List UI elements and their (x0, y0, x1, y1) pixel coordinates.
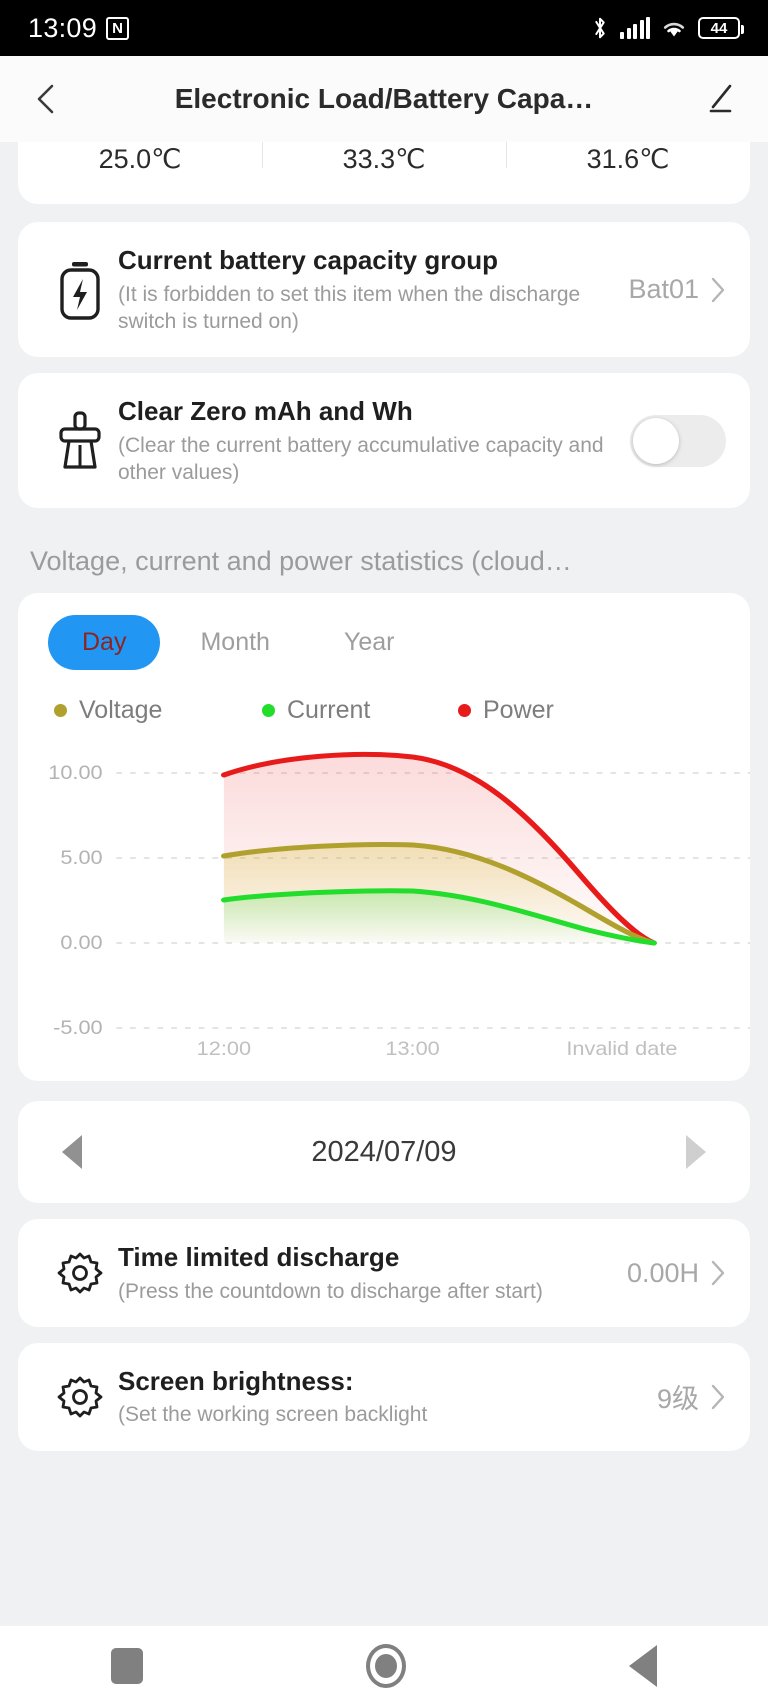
legend-item-voltage[interactable]: Voltage (54, 696, 262, 725)
battery-icon: 44 (698, 17, 744, 39)
battery-charge-icon (42, 259, 118, 321)
chevron-right-icon (711, 277, 725, 302)
app-bar: Electronic Load/Battery Capa… (0, 56, 768, 142)
screen-brightness-value-wrap[interactable]: 9级 (657, 1377, 726, 1416)
chart-range-tabs[interactable]: Day Month Year (18, 615, 750, 671)
current-date-label: 2024/07/09 (311, 1135, 457, 1168)
android-navigation-bar (0, 1626, 768, 1706)
home-circle-icon[interactable] (365, 1644, 406, 1688)
chevron-right-icon (711, 1260, 725, 1286)
x-tick-1: 12:00 (197, 1039, 251, 1059)
legend-item-current[interactable]: Current (262, 696, 458, 725)
time-limited-discharge-text: Time limited discharge (Press the countd… (118, 1241, 615, 1305)
chart-plot-area: 10.00 5.00 0.00 -5.00 12:00 13:00 Invali… (18, 743, 750, 1063)
clear-zero-title: Clear Zero mAh and Wh (118, 396, 413, 427)
x-tick-3: Invalid date (566, 1039, 677, 1059)
chart-section-heading: Voltage, current and power statistics (c… (30, 546, 572, 577)
screen-brightness-row[interactable]: Screen brightness: (Set the working scre… (18, 1343, 750, 1451)
legend-label-voltage: Voltage (79, 696, 163, 725)
battery-capacity-group-text: Current battery capacity group (It is fo… (118, 244, 616, 335)
clear-zero-row[interactable]: Clear Zero mAh and Wh (Clear the current… (18, 373, 750, 508)
battery-capacity-group-card[interactable]: Current battery capacity group (It is fo… (18, 222, 750, 358)
screen-brightness-card[interactable]: Screen brightness: (Set the working scre… (18, 1342, 750, 1451)
battery-percent-label: 44 (710, 19, 728, 37)
broom-icon (42, 409, 118, 473)
y-tick-10: 10.00 (48, 763, 102, 783)
previous-date-arrow-icon[interactable] (62, 1135, 82, 1170)
chart-y-axis-labels: 10.00 5.00 0.00 -5.00 (48, 763, 102, 1038)
screen-brightness-subtitle: (Set the working screen backlight (118, 1403, 428, 1427)
gear-icon (42, 1373, 118, 1421)
battery-capacity-group-value-wrap[interactable]: Bat01 (628, 274, 726, 305)
clear-zero-toggle[interactable] (630, 414, 726, 467)
date-navigation-bar[interactable]: 2024/07/09 (18, 1101, 750, 1204)
battery-capacity-group-subtitle: (It is forbidden to set this item when t… (118, 282, 581, 333)
recents-square-icon[interactable] (111, 1648, 144, 1684)
status-bar-left: 13:09 N (28, 12, 130, 44)
temperature-card: 25.0℃ 33.3℃ 31.6℃ (18, 142, 750, 204)
legend-label-power: Power (483, 696, 554, 725)
y-tick-neg5: -5.00 (53, 1018, 103, 1038)
chevron-right-icon (711, 1384, 725, 1410)
clear-zero-card[interactable]: Clear Zero mAh and Wh (Clear the current… (18, 373, 750, 509)
next-date-arrow-icon[interactable] (686, 1135, 706, 1170)
legend-item-power[interactable]: Power (458, 696, 554, 725)
wifi-icon (663, 22, 685, 37)
statistics-chart-card: Day Month Year Voltage Current Power 10.… (18, 593, 750, 1082)
scroll-content[interactable]: 25.0℃ 33.3℃ 31.6℃ Current battery capaci… (0, 142, 768, 1626)
temperature-value-1: 25.0℃ (98, 144, 182, 174)
battery-capacity-group-title: Current battery capacity group (118, 245, 498, 275)
chart-legend: Voltage Current Power (18, 670, 750, 725)
temperature-value-3: 31.6℃ (506, 142, 750, 175)
back-arrow-icon[interactable] (30, 82, 64, 116)
clear-zero-text: Clear Zero mAh and Wh (Clear the current… (118, 395, 618, 486)
gear-icon (42, 1249, 118, 1297)
legend-dot-power (458, 704, 471, 718)
nfc-icon: N (106, 16, 130, 40)
legend-dot-current (262, 704, 275, 718)
tab-year[interactable]: Year (310, 615, 429, 670)
toggle-knob (633, 417, 679, 464)
edit-pencil-icon[interactable] (700, 80, 738, 118)
battery-capacity-group-value: Bat01 (628, 274, 699, 305)
status-bar-right: 44 (591, 16, 744, 40)
legend-dot-voltage (54, 704, 67, 718)
time-limited-discharge-value-wrap[interactable]: 0.00H (627, 1258, 726, 1289)
page-title: Electronic Load/Battery Capa… (174, 83, 594, 114)
back-triangle-icon[interactable] (628, 1645, 657, 1687)
time-limited-discharge-title: Time limited discharge (118, 1242, 400, 1273)
clear-zero-subtitle: (Clear the current battery accumulative … (118, 433, 604, 484)
screen-brightness-text: Screen brightness: (Set the working scre… (118, 1365, 645, 1429)
chart-x-axis-labels: 12:00 13:00 Invalid date (197, 1039, 678, 1059)
temperature-value-2: 33.3℃ (262, 142, 506, 175)
tab-month[interactable]: Month (166, 615, 303, 670)
time-limited-discharge-subtitle: (Press the countdown to discharge after … (118, 1279, 543, 1303)
screen-brightness-value: 9级 (656, 1384, 699, 1415)
x-tick-2: 13:00 (385, 1039, 439, 1059)
screen-brightness-title: Screen brightness: (118, 1365, 354, 1396)
status-bar-clock: 13:09 (28, 12, 98, 43)
time-limited-discharge-value: 0.00H (626, 1257, 699, 1288)
time-limited-discharge-row[interactable]: Time limited discharge (Press the countd… (18, 1219, 750, 1327)
y-tick-5: 5.00 (60, 848, 102, 868)
y-tick-0: 0.00 (60, 933, 102, 953)
status-bar: 13:09 N 44 (0, 0, 768, 56)
battery-capacity-group-row[interactable]: Current battery capacity group (It is fo… (18, 222, 750, 357)
tab-day[interactable]: Day (48, 615, 161, 671)
time-limited-discharge-card[interactable]: Time limited discharge (Press the countd… (18, 1219, 750, 1327)
bluetooth-icon (595, 17, 605, 39)
chart-svg: 10.00 5.00 0.00 -5.00 12:00 13:00 Invali… (48, 752, 750, 1060)
legend-label-current: Current (287, 696, 371, 725)
cellular-signal-icon (620, 17, 650, 39)
